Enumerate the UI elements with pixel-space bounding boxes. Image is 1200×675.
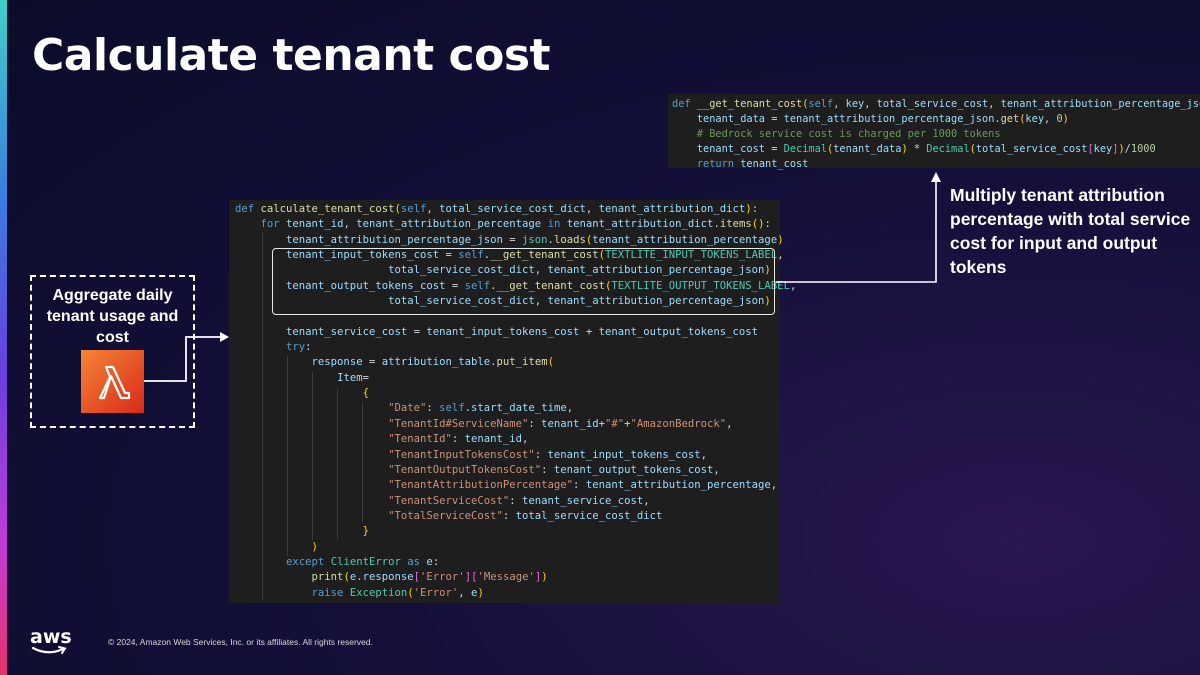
- callout-text: Multiply tenant attribution percentage w…: [950, 185, 1191, 277]
- lambda-icon: [81, 350, 144, 413]
- aws-logo: aws: [30, 628, 72, 656]
- aggregate-label: Aggregate daily tenant usage and cost: [46, 287, 179, 346]
- copyright-footer: © 2024, Amazon Web Services, Inc. or its…: [108, 637, 373, 647]
- aws-logo-text: aws: [30, 626, 72, 648]
